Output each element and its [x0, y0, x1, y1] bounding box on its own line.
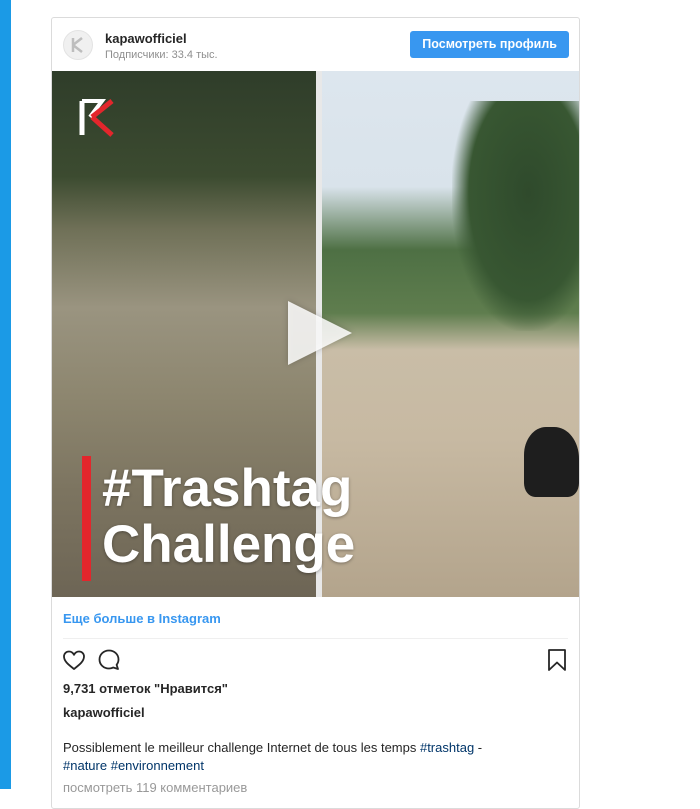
left-accent-bar	[0, 0, 11, 789]
hashtag-environnement[interactable]: #environnement	[111, 758, 204, 773]
kapaw-avatar-icon	[71, 37, 83, 53]
video-title-line-2: Challenge	[102, 515, 356, 574]
title-accent-bar	[82, 456, 91, 581]
hashtag-nature[interactable]: #nature	[63, 758, 107, 773]
play-icon[interactable]	[288, 301, 352, 365]
view-profile-button[interactable]: Посмотреть профиль	[410, 31, 569, 58]
video-thumbnail[interactable]: #Trashtag Challenge	[52, 71, 579, 597]
follower-count: Подписчики: 33.4 тыс.	[105, 49, 218, 61]
trash-bag	[524, 427, 579, 497]
divider	[63, 638, 568, 639]
caption-author[interactable]: kapawofficiel	[63, 705, 145, 720]
post-caption: Possiblement le meilleur challenge Inter…	[63, 739, 523, 775]
heart-icon[interactable]	[61, 647, 87, 673]
video-title-line-1: #Trashtag	[102, 459, 353, 518]
kapaw-logo	[79, 99, 114, 137]
instagram-embed: kapawofficiel Подписчики: 33.4 тыс. Посм…	[51, 17, 580, 809]
hashtag-trashtag[interactable]: #trashtag	[420, 740, 474, 755]
view-comments-link[interactable]: посмотреть 119 комментариев	[63, 780, 247, 795]
caption-text: Possiblement le meilleur challenge Inter…	[63, 740, 420, 755]
bookmark-icon[interactable]	[544, 647, 570, 673]
comment-icon[interactable]	[96, 647, 122, 673]
more-on-instagram-link[interactable]: Еще больше в Instagram	[63, 611, 221, 626]
username[interactable]: kapawofficiel	[105, 31, 187, 46]
trees	[452, 101, 579, 331]
avatar[interactable]	[63, 30, 93, 60]
caption-separator: -	[474, 740, 483, 755]
post-header: kapawofficiel Подписчики: 33.4 тыс. Посм…	[52, 18, 579, 71]
like-count[interactable]: 9,731 отметок "Нравится"	[63, 681, 228, 696]
